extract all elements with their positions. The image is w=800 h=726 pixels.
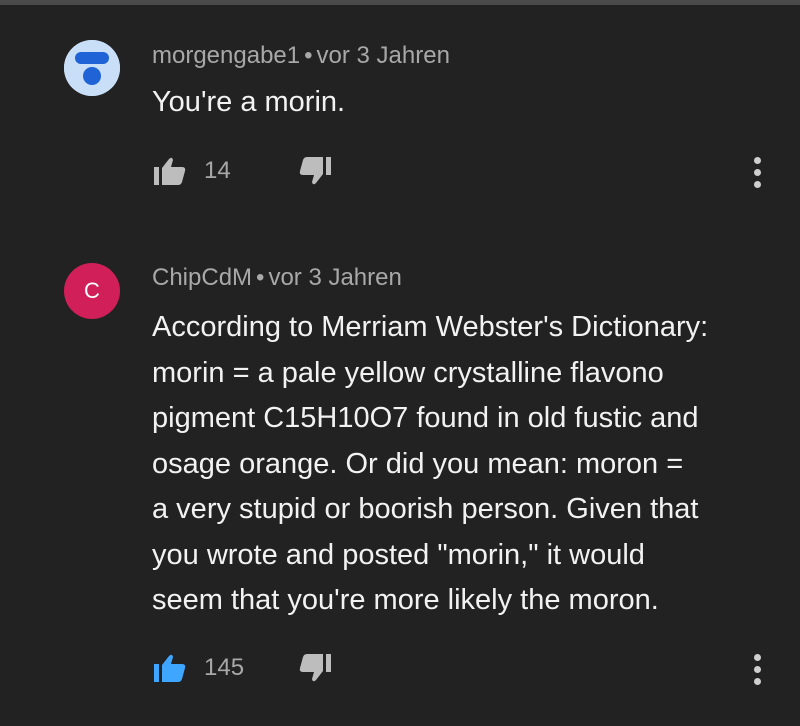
author-name[interactable]: ChipCdM <box>152 264 252 291</box>
timestamp[interactable]: vor 3 Jahren <box>317 42 450 69</box>
author-name[interactable]: morgengabe1 <box>152 42 300 69</box>
comment-line: osage orange. Or did you mean: moron = <box>152 447 684 480</box>
like-count: 145 <box>204 654 245 681</box>
avatar[interactable]: C <box>64 263 120 319</box>
like-count: 14 <box>204 157 231 184</box>
thumbs-down-icon[interactable] <box>297 650 333 686</box>
person-icon <box>64 40 120 96</box>
more-options-icon[interactable] <box>750 153 766 193</box>
comment-line: According to Merriam Webster's Dictionar… <box>152 311 709 343</box>
comment-text: According to Merriam Webster's Dictionar… <box>152 305 782 624</box>
comment-text: You're a morin. <box>152 84 345 120</box>
comment-line: seem that you're more likely the moron. <box>152 584 659 616</box>
comment-meta: morgengabe1 • vor 3 Jahren <box>152 42 450 70</box>
thumbs-up-icon[interactable] <box>152 153 188 189</box>
comment-line: you wrote and posted "morin," it would <box>152 538 645 571</box>
comment-line: a very stupid or boorish person. Given t… <box>152 493 699 525</box>
comment-line: You're a morin. <box>152 86 346 118</box>
comment-actions: 14 <box>152 153 772 193</box>
more-options-icon[interactable] <box>750 650 766 690</box>
avatar[interactable] <box>64 40 120 96</box>
timestamp[interactable]: vor 3 Jahren <box>268 264 401 291</box>
top-border <box>0 0 800 5</box>
thumbs-down-icon[interactable] <box>297 153 333 189</box>
comment-actions: 145 <box>152 650 772 690</box>
separator: • <box>256 264 265 291</box>
thumbs-up-icon[interactable] <box>152 650 188 686</box>
separator: • <box>304 42 313 69</box>
comment-meta: ChipCdM • vor 3 Jahren <box>152 264 402 292</box>
comment-line: morin = a pale yellow crystalline flavon… <box>152 356 664 389</box>
avatar-letter: C <box>84 278 100 303</box>
comment-line: pigment C15H10O7 found in old fustic and <box>152 402 699 434</box>
